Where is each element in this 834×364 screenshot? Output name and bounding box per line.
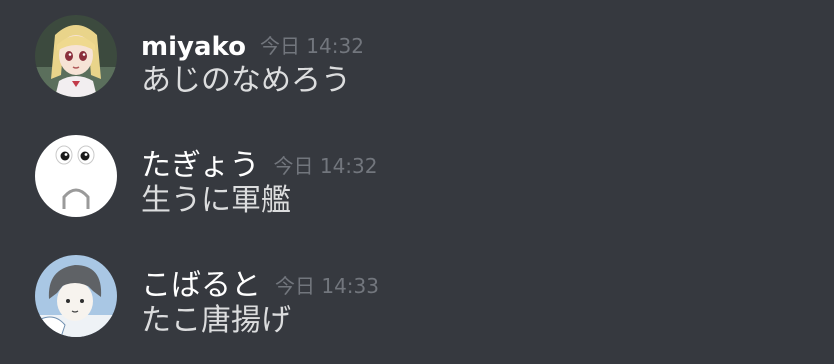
googly-eyes-face-avatar-icon[interactable] <box>35 135 117 217</box>
username[interactable]: たぎょう <box>141 148 260 183</box>
message-content: あじのなめろう <box>141 63 351 98</box>
chat-message-list: miyako 今日 14:32 あじのなめろう たぎょう 今日 14:32 生うに軍… <box>0 0 834 364</box>
username[interactable]: miyako <box>141 32 246 62</box>
anime-girl-avatar-icon[interactable] <box>35 15 117 97</box>
chat-message: たぎょう 今日 14:32 生うに軍艦 <box>35 135 815 219</box>
username[interactable]: こばると <box>141 268 261 303</box>
sketch-character-avatar-icon[interactable] <box>35 255 117 337</box>
message-content: 生うに軍艦 <box>141 183 291 218</box>
timestamp: 今日 14:33 <box>275 274 379 298</box>
chat-message: こばると 今日 14:33 たこ唐揚げ <box>35 255 815 339</box>
timestamp: 今日 14:32 <box>273 154 378 178</box>
chat-message: miyako 今日 14:32 あじのなめろう <box>35 15 815 99</box>
timestamp: 今日 14:32 <box>259 34 364 58</box>
message-content: たこ唐揚げ <box>141 303 291 338</box>
